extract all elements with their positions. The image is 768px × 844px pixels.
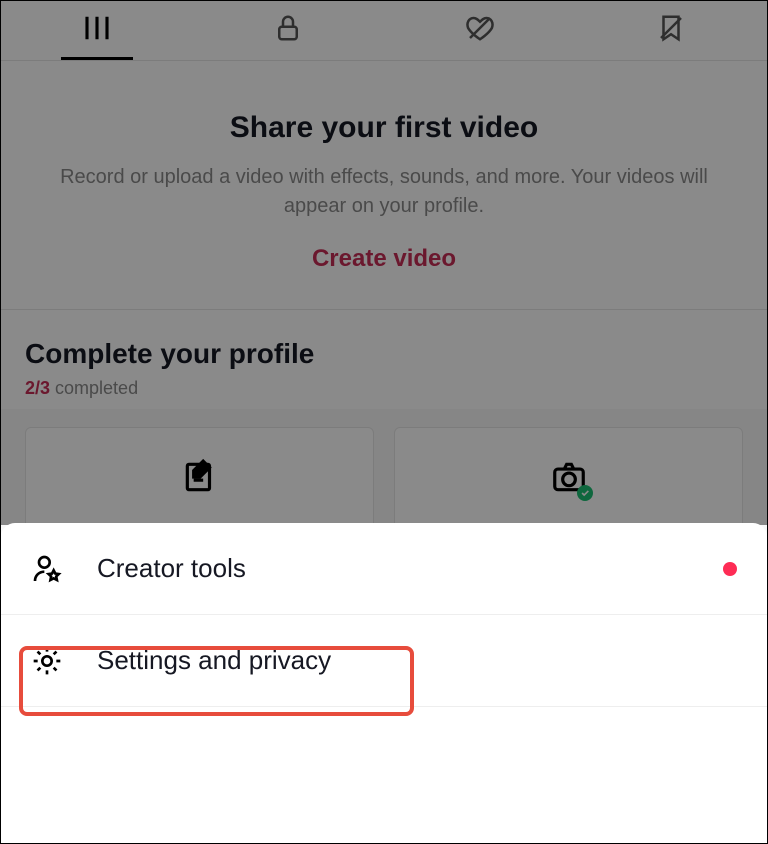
modal-scrim[interactable]: [1, 1, 767, 525]
gear-icon: [31, 645, 85, 677]
settings-privacy-item[interactable]: Settings and privacy: [1, 615, 767, 707]
notification-dot: [723, 562, 737, 576]
settings-privacy-label: Settings and privacy: [97, 645, 331, 676]
creator-tools-item[interactable]: Creator tools: [1, 523, 767, 615]
creator-tools-label: Creator tools: [97, 553, 246, 584]
options-bottom-sheet: Creator tools Settings and privacy: [1, 523, 767, 843]
person-star-icon: [31, 553, 85, 585]
